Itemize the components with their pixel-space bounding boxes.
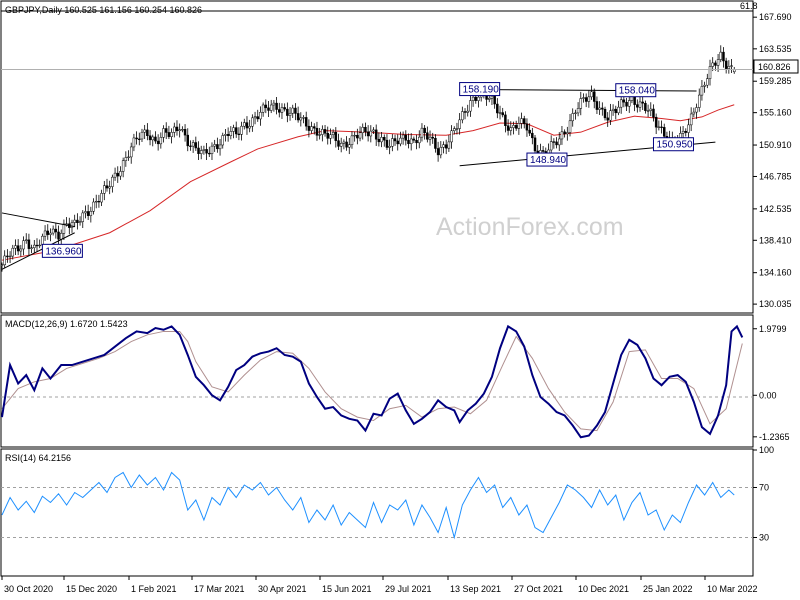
date-tick-label: 30 Oct 2020 [4,584,53,594]
macd-title: MACD(12,26,9) 1.6720 1.5423 [5,319,128,329]
macd-tick-label: 1.9799 [759,324,787,334]
price-annotation: 158.040 [615,83,657,98]
current-price-label: 160.826 [758,62,791,72]
price-tick-label: 138.410 [759,235,792,245]
date-tick-label: 1 Feb 2021 [131,584,177,594]
price-tick-label: 134.160 [759,268,792,278]
current-price-tag: 160.826 [753,59,799,74]
price-annotation: 150.950 [652,137,694,152]
rsi-tick-label: 100 [759,445,774,455]
price-annotation-label: 136.960 [45,246,82,257]
price-annotation-label: 158.190 [463,85,500,96]
date-tick-label: 25 Jan 2022 [643,584,693,594]
date-tick-label: 27 Oct 2021 [514,584,563,594]
price-annotation: 158.190 [459,82,501,97]
price-tick-label: 142.535 [759,204,792,214]
price-tick-label: 159.285 [759,76,792,86]
price-tick-label: 155.160 [759,108,792,118]
rsi-tick-label: 30 [759,533,769,543]
chart-root: 61.8 ActionForex.com 136.960 158.190 158.0… [0,0,800,600]
price-tick-label: 130.035 [759,299,792,309]
date-tick-label: 30 Apr 2021 [258,584,307,594]
price-annotation-label: 148.940 [530,155,567,166]
watermark: ActionForex.com [436,213,624,241]
main-title: GBPJPY,Daily 160.525 161.156 160.254 160… [5,5,202,15]
price-annotation-label: 150.950 [656,140,693,151]
date-tick-label: 15 Dec 2020 [66,584,117,594]
price-tick-label: 163.535 [759,44,792,54]
price-tick-label: 150.910 [759,140,792,150]
rsi-title: RSI(14) 64.2156 [5,453,71,463]
price-annotation-label: 158.040 [619,86,656,97]
date-tick-label: 10 Dec 2021 [578,584,629,594]
date-tick-label: 17 Mar 2021 [194,584,245,594]
price-annotation: 148.940 [526,152,568,167]
price-tick-label: 146.785 [759,171,792,181]
fib-618-label: 61.8 [740,1,758,11]
price-tick-label: 167.690 [759,12,792,22]
rsi-tick-label: 70 [759,483,769,493]
macd-tick-label: -1.2365 [759,432,790,442]
date-tick-label: 10 Mar 2022 [707,584,758,594]
macd-tick-label: 0.00 [759,390,777,400]
date-tick-label: 15 Jun 2021 [322,584,372,594]
date-tick-label: 29 Jul 2021 [385,584,432,594]
date-tick-label: 13 Sep 2021 [450,584,501,594]
price-annotation: 136.960 [41,243,83,258]
